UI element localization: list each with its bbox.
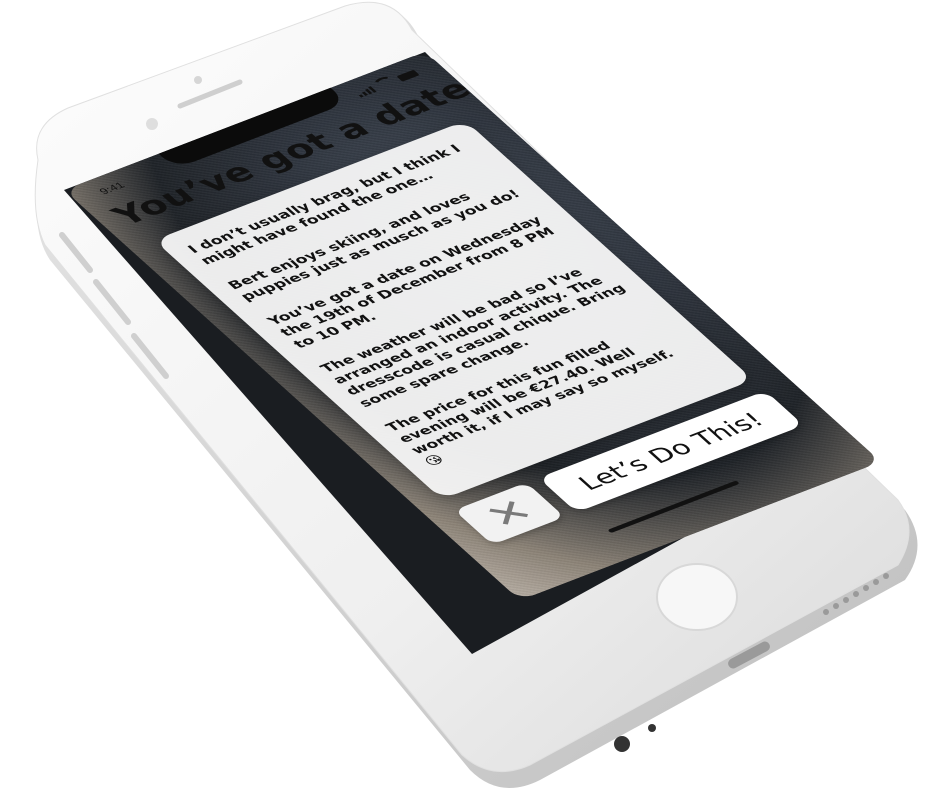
phone-mockup: 9:41 You’ve got a date! I don’t usually … — [0, 0, 932, 799]
